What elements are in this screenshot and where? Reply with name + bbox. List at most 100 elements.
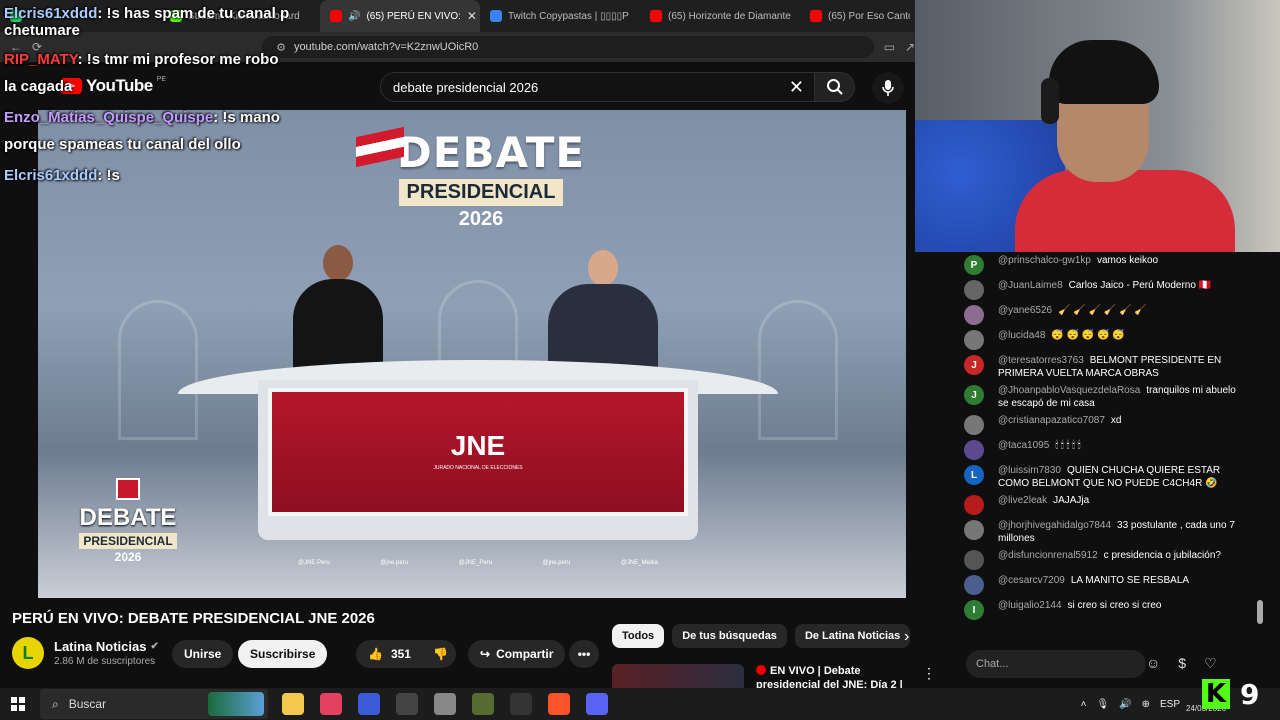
news-desk: JNE JURADO NACIONAL DE ELECCIONES @JNE.P… — [178, 360, 778, 590]
chat-author[interactable]: @teresatorres3763 — [998, 355, 1084, 366]
voice-search-button[interactable] — [872, 72, 904, 104]
recommended-thumbnail[interactable] — [612, 664, 744, 690]
chat-author[interactable]: @disfuncionrenal5912 — [998, 550, 1098, 561]
share-icon[interactable]: ↗ — [905, 40, 915, 54]
tab-por-eso-canto[interactable]: (65) Por Eso Canto - Y — [800, 0, 910, 32]
chip-de-tus-busquedas[interactable]: De tus búsquedas — [672, 624, 787, 648]
app-icon[interactable] — [510, 693, 532, 715]
chat-author[interactable]: @prinschalco-gw1kp — [998, 255, 1091, 266]
tab-label: (65) PERÚ EN VIVO: — [366, 10, 461, 22]
chat-avatar[interactable]: L — [964, 465, 984, 485]
like-icon[interactable]: 👍 — [368, 647, 383, 661]
tab-horizonte[interactable]: (65) Horizonte de Diamante — [640, 0, 800, 32]
chat-author[interactable]: @luissim7830 — [998, 465, 1061, 476]
overlay-number: 9 — [1240, 678, 1260, 711]
app-icon[interactable] — [320, 693, 342, 715]
corner-year: 2026 — [114, 550, 142, 564]
recommended-video[interactable]: EN VIVO | Debate presidencial del JNE: D… — [612, 664, 912, 690]
chat-message: @yane6526 🧹 🧹 🧹 🧹 🧹 🧹 — [960, 302, 1280, 327]
chat-message: @JuanLaime8 Carlos Jaico - Perú Moderno 🇵… — [960, 277, 1280, 302]
chat-author[interactable]: @jhorjhivegahidalgo7844 — [998, 520, 1111, 531]
url-field[interactable]: ⚙ youtube.com/watch?v=K2znwUOicR0 — [262, 36, 874, 58]
chat-input[interactable]: Chat... — [966, 650, 1146, 678]
chip-de-latina-noticias[interactable]: De Latina Noticias — [794, 624, 911, 648]
chat-author[interactable]: @JhoanpabloVasquezdelaRosa — [998, 385, 1140, 396]
chat-message: P @prinschalco-gw1kp vamos keikoo — [960, 252, 1280, 277]
chat-avatar[interactable] — [964, 440, 984, 460]
chat-author[interactable]: @live2leak — [998, 495, 1047, 506]
chat-author[interactable]: @yane6526 — [998, 305, 1052, 316]
app-icon[interactable] — [434, 693, 456, 715]
overlay-text: porque spameas tu canal del ollo — [4, 136, 241, 153]
close-tab-icon[interactable]: ✕ — [467, 9, 477, 23]
app-icon[interactable] — [358, 693, 380, 715]
overlay-text: : !s tmr mi profesor me robo — [77, 51, 279, 68]
social-handle: @JNE_Media — [620, 560, 658, 566]
chat-scrollbar[interactable] — [1257, 600, 1263, 624]
channel-name[interactable]: Latina Noticias ✔ — [54, 639, 159, 654]
network-icon[interactable]: ⊕ — [1142, 699, 1150, 710]
chat-text: Carlos Jaico - Perú Moderno 🇵🇪 — [1068, 280, 1212, 291]
overlay-user: RIP_MATY — [4, 51, 78, 68]
clear-search-icon[interactable]: ✕ — [789, 77, 804, 98]
search-button[interactable] — [815, 72, 855, 102]
chat-message-body: @lucida48 😴 😴 😴 😴 😴 — [998, 329, 1238, 342]
search-input[interactable]: debate presidencial 2026 ✕ — [380, 72, 815, 102]
join-button[interactable]: Unirse — [172, 640, 234, 668]
chevron-up-icon[interactable]: ˄ — [1081, 699, 1087, 710]
app-icon[interactable] — [396, 693, 418, 715]
more-actions-button[interactable]: ••• — [569, 640, 599, 668]
social-handle: @JNE.Peru — [298, 560, 330, 566]
debate-subtitle: PRESIDENCIAL — [398, 179, 564, 206]
taskbar-search[interactable]: ⌕ Buscar — [40, 689, 268, 719]
subscribe-button[interactable]: Suscribirse — [238, 640, 328, 668]
super-chat-icon[interactable]: $ — [1178, 655, 1186, 672]
chat-author[interactable]: @JuanLaime8 — [998, 280, 1063, 291]
share-button[interactable]: ↪ Compartir — [468, 640, 566, 668]
chat-message-body: @luigalio2144 si creo si creo si creo — [998, 599, 1238, 612]
emoji-icon[interactable]: ☺ — [1146, 655, 1160, 672]
brave-browser-icon[interactable] — [548, 693, 570, 715]
file-explorer-icon[interactable] — [282, 693, 304, 715]
chat-avatar[interactable] — [964, 305, 984, 325]
webcam-overlay — [915, 0, 1280, 252]
chat-author[interactable]: @cesarcv7209 — [998, 575, 1065, 586]
chat-avatar[interactable]: J — [964, 355, 984, 375]
microphone-icon[interactable]: 🎙 — [1096, 699, 1109, 710]
chat-author[interactable]: @luigalio2144 — [998, 600, 1062, 611]
chat-author[interactable]: @cristianapazatico7087 — [998, 415, 1105, 426]
tab-twitch-copypastas[interactable]: Twitch Copypastas | ▯▯▯▯P — [480, 0, 640, 32]
chat-avatar[interactable] — [964, 550, 984, 570]
dislike-icon[interactable]: 👎 — [433, 647, 448, 661]
chat-avatar[interactable] — [964, 330, 984, 350]
chevron-right-icon[interactable]: › — [904, 628, 909, 646]
windows-start-icon[interactable] — [0, 697, 36, 711]
kebab-menu-icon[interactable]: ⋮ — [922, 665, 936, 682]
chat-avatar[interactable] — [964, 495, 984, 515]
app-icon[interactable] — [472, 693, 494, 715]
volume-icon[interactable]: 🔊 — [1119, 699, 1131, 710]
chat-message-body: @teresatorres3763 BELMONT PRESIDENTE EN P… — [998, 354, 1238, 380]
tab-peru-en-vivo[interactable]: 🔊 (65) PERÚ EN VIVO: ✕ — [320, 0, 480, 32]
chat-avatar[interactable] — [964, 280, 984, 300]
chip-todos[interactable]: Todos — [612, 624, 665, 648]
recommended-title[interactable]: EN VIVO | Debate presidencial del JNE: D… — [756, 664, 906, 690]
tab-label: Twitch Copypastas | ▯▯▯▯P — [508, 10, 629, 22]
channel-avatar[interactable]: L — [12, 637, 44, 669]
chat-author[interactable]: @lucida48 — [998, 330, 1045, 341]
chat-avatar[interactable]: I — [964, 600, 984, 620]
heart-icon[interactable]: ♡ — [1204, 655, 1217, 672]
language-indicator[interactable]: ESP — [1160, 699, 1180, 710]
chat-author[interactable]: @taca1095 — [998, 440, 1049, 451]
chat-avatar[interactable] — [964, 520, 984, 540]
chat-avatar[interactable] — [964, 575, 984, 595]
chat-avatar[interactable]: J — [964, 385, 984, 405]
channel-name-text: Latina Noticias — [54, 639, 147, 654]
app-icon[interactable] — [586, 693, 608, 715]
cast-icon[interactable]: ▭ — [884, 40, 895, 54]
recommendation-chips: Todos De tus búsquedas De Latina Noticia… — [612, 624, 911, 648]
chat-avatar[interactable] — [964, 415, 984, 435]
chat-avatar[interactable]: P — [964, 255, 984, 275]
verified-icon: ✔ — [150, 641, 159, 652]
chat-message: @live2leak JAJAJja — [960, 492, 1280, 517]
